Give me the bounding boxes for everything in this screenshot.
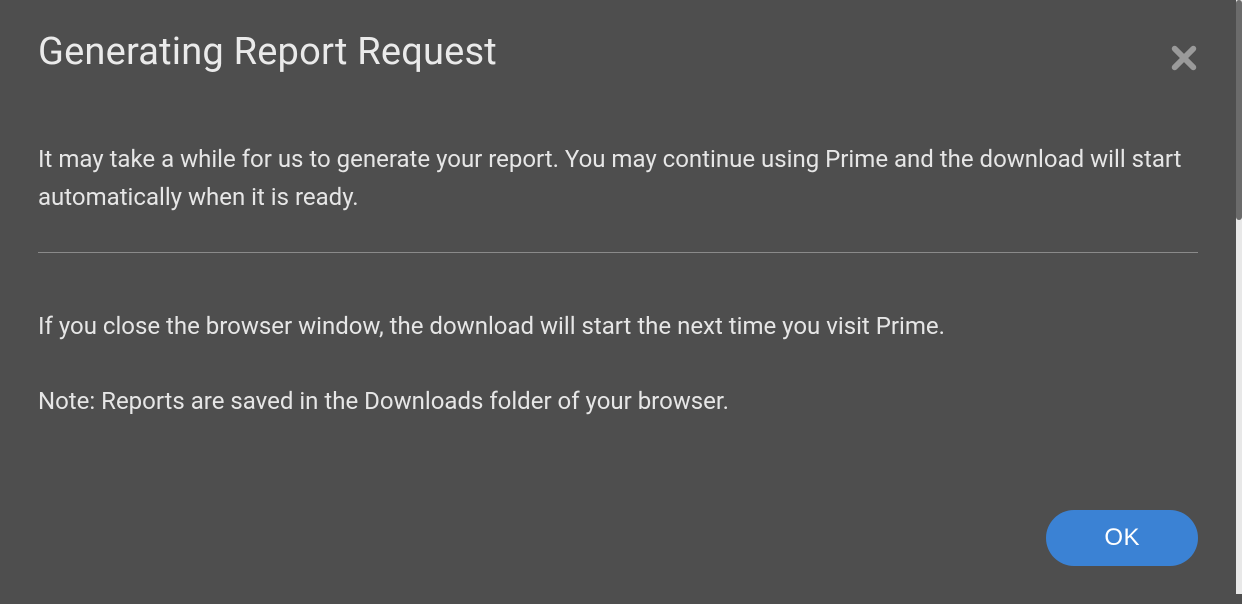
scrollbar-thumb[interactable] xyxy=(1236,0,1242,220)
scrollbar-track[interactable] xyxy=(1236,0,1242,594)
modal-overlay: Generating Report Request It may take a … xyxy=(0,0,1236,594)
modal-header: Generating Report Request xyxy=(38,30,1198,76)
modal-message-main: It may take a while for us to generate y… xyxy=(38,140,1198,217)
divider xyxy=(38,252,1198,253)
ok-button[interactable]: OK xyxy=(1046,510,1198,566)
modal-body: It may take a while for us to generate y… xyxy=(38,140,1198,421)
modal-footer: OK xyxy=(38,510,1198,566)
modal-message-close-info: If you close the browser window, the dow… xyxy=(38,307,1198,345)
modal-message-note: Note: Reports are saved in the Downloads… xyxy=(38,382,1198,420)
modal-title: Generating Report Request xyxy=(38,30,497,76)
report-request-modal: Generating Report Request It may take a … xyxy=(0,0,1236,604)
close-icon[interactable] xyxy=(1170,44,1198,72)
